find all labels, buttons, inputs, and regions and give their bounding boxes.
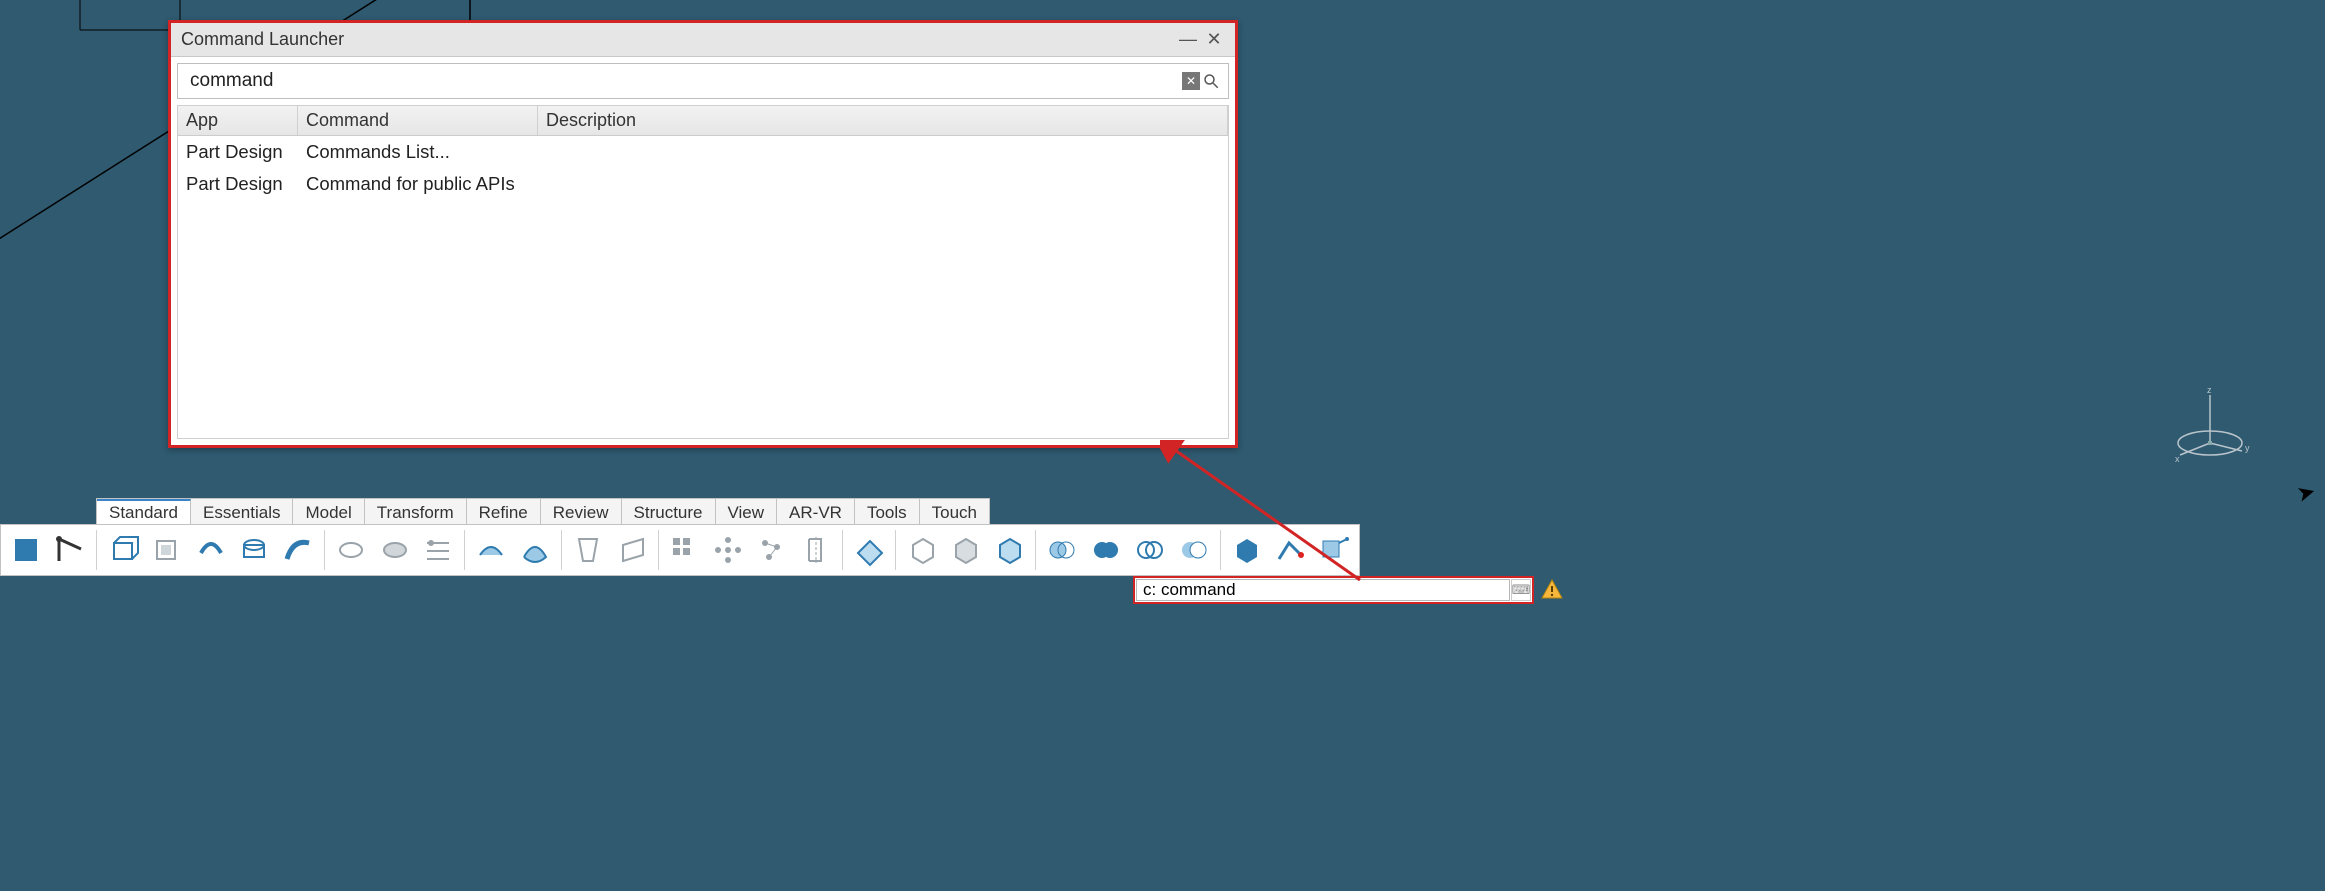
tab-refine[interactable]: Refine xyxy=(467,499,541,527)
toolbar-separator xyxy=(561,530,562,570)
surface-2-icon[interactable] xyxy=(514,529,556,571)
surface-1-icon[interactable] xyxy=(470,529,512,571)
clear-search-icon[interactable]: ✕ xyxy=(1182,72,1200,90)
tab-review[interactable]: Review xyxy=(541,499,622,527)
close-button[interactable]: ✕ xyxy=(1203,29,1225,50)
tab-model[interactable]: Model xyxy=(293,499,364,527)
boolean-2-icon[interactable] xyxy=(1085,529,1127,571)
tab-ar-vr[interactable]: AR-VR xyxy=(777,499,855,527)
cell-app: Part Design xyxy=(178,171,298,197)
draft-icon[interactable] xyxy=(567,529,609,571)
results-table: App Command Description Part DesignComma… xyxy=(177,105,1229,439)
tab-essentials[interactable]: Essentials xyxy=(191,499,293,527)
keyboard-icon[interactable]: ⌨ xyxy=(1511,579,1531,601)
svg-text:z: z xyxy=(2207,385,2212,395)
table-row[interactable]: Part DesignCommand for public APIs xyxy=(178,168,1228,200)
warning-icon[interactable] xyxy=(1539,577,1565,603)
table-row[interactable]: Part DesignCommands List... xyxy=(178,136,1228,168)
slot-icon[interactable] xyxy=(374,529,416,571)
sketch-icon[interactable] xyxy=(5,529,47,571)
tab-tools[interactable]: Tools xyxy=(855,499,920,527)
boolean-3-icon[interactable] xyxy=(1129,529,1171,571)
dialog-title: Command Launcher xyxy=(181,29,1173,50)
search-input[interactable] xyxy=(184,70,1182,92)
results-header-row: App Command Description xyxy=(178,106,1228,136)
revolve-icon[interactable] xyxy=(189,529,231,571)
cursor-icon: ➤ xyxy=(2294,478,2319,508)
axis-icon[interactable] xyxy=(49,529,91,571)
sweep-icon[interactable] xyxy=(277,529,319,571)
box-3-icon[interactable] xyxy=(988,529,1030,571)
search-icon[interactable] xyxy=(1200,70,1222,92)
rib-icon[interactable] xyxy=(330,529,372,571)
pattern-rect-icon[interactable] xyxy=(664,529,706,571)
svg-text:y: y xyxy=(2245,443,2250,453)
cell-command: Commands List... xyxy=(298,139,538,165)
tab-structure[interactable]: Structure xyxy=(622,499,716,527)
toolbar-separator xyxy=(1035,530,1036,570)
toolbar-tabs: StandardEssentialsModelTransformRefineRe… xyxy=(96,498,990,527)
toolbar-separator xyxy=(464,530,465,570)
command-launcher-dialog: Command Launcher — ✕ ✕ App Command Descr… xyxy=(168,20,1238,448)
cell-description xyxy=(538,139,1228,165)
svg-text:x: x xyxy=(2175,454,2180,464)
tab-touch[interactable]: Touch xyxy=(920,499,989,527)
mirror-icon[interactable] xyxy=(795,529,837,571)
cell-description xyxy=(538,171,1228,197)
multi-sections-icon[interactable] xyxy=(417,529,459,571)
cell-app: Part Design xyxy=(178,139,298,165)
pad-icon[interactable] xyxy=(102,529,144,571)
plane-icon[interactable] xyxy=(848,529,890,571)
boolean-4-icon[interactable] xyxy=(1173,529,1215,571)
solid-icon[interactable] xyxy=(1226,529,1268,571)
tab-standard[interactable]: Standard xyxy=(97,499,191,527)
annotation-icon[interactable] xyxy=(1313,529,1355,571)
box-1-icon[interactable] xyxy=(901,529,943,571)
groove-icon[interactable] xyxy=(233,529,275,571)
toolbar-separator xyxy=(324,530,325,570)
viewport-compass[interactable]: z x y xyxy=(2165,385,2255,470)
tab-view[interactable]: View xyxy=(716,499,778,527)
thickness-icon[interactable] xyxy=(611,529,653,571)
pocket-icon[interactable] xyxy=(145,529,187,571)
minimize-button[interactable]: — xyxy=(1177,29,1199,50)
search-row: ✕ xyxy=(177,63,1229,99)
command-input-bar: ⌨ xyxy=(1133,576,1534,604)
toolbar-separator xyxy=(895,530,896,570)
command-input[interactable] xyxy=(1136,579,1510,601)
column-header-command[interactable]: Command xyxy=(298,106,538,135)
pattern-circ-icon[interactable] xyxy=(707,529,749,571)
box-2-icon[interactable] xyxy=(945,529,987,571)
wire-icon[interactable] xyxy=(1269,529,1311,571)
main-toolbar xyxy=(0,524,1360,576)
pattern-user-icon[interactable] xyxy=(751,529,793,571)
cell-command: Command for public APIs xyxy=(298,171,538,197)
boolean-1-icon[interactable] xyxy=(1041,529,1083,571)
dialog-titlebar[interactable]: Command Launcher — ✕ xyxy=(171,23,1235,57)
toolbar-separator xyxy=(96,530,97,570)
toolbar-separator xyxy=(658,530,659,570)
toolbar-separator xyxy=(842,530,843,570)
column-header-description[interactable]: Description xyxy=(538,106,1228,135)
tab-transform[interactable]: Transform xyxy=(365,499,467,527)
toolbar-separator xyxy=(1220,530,1221,570)
column-header-app[interactable]: App xyxy=(178,106,298,135)
